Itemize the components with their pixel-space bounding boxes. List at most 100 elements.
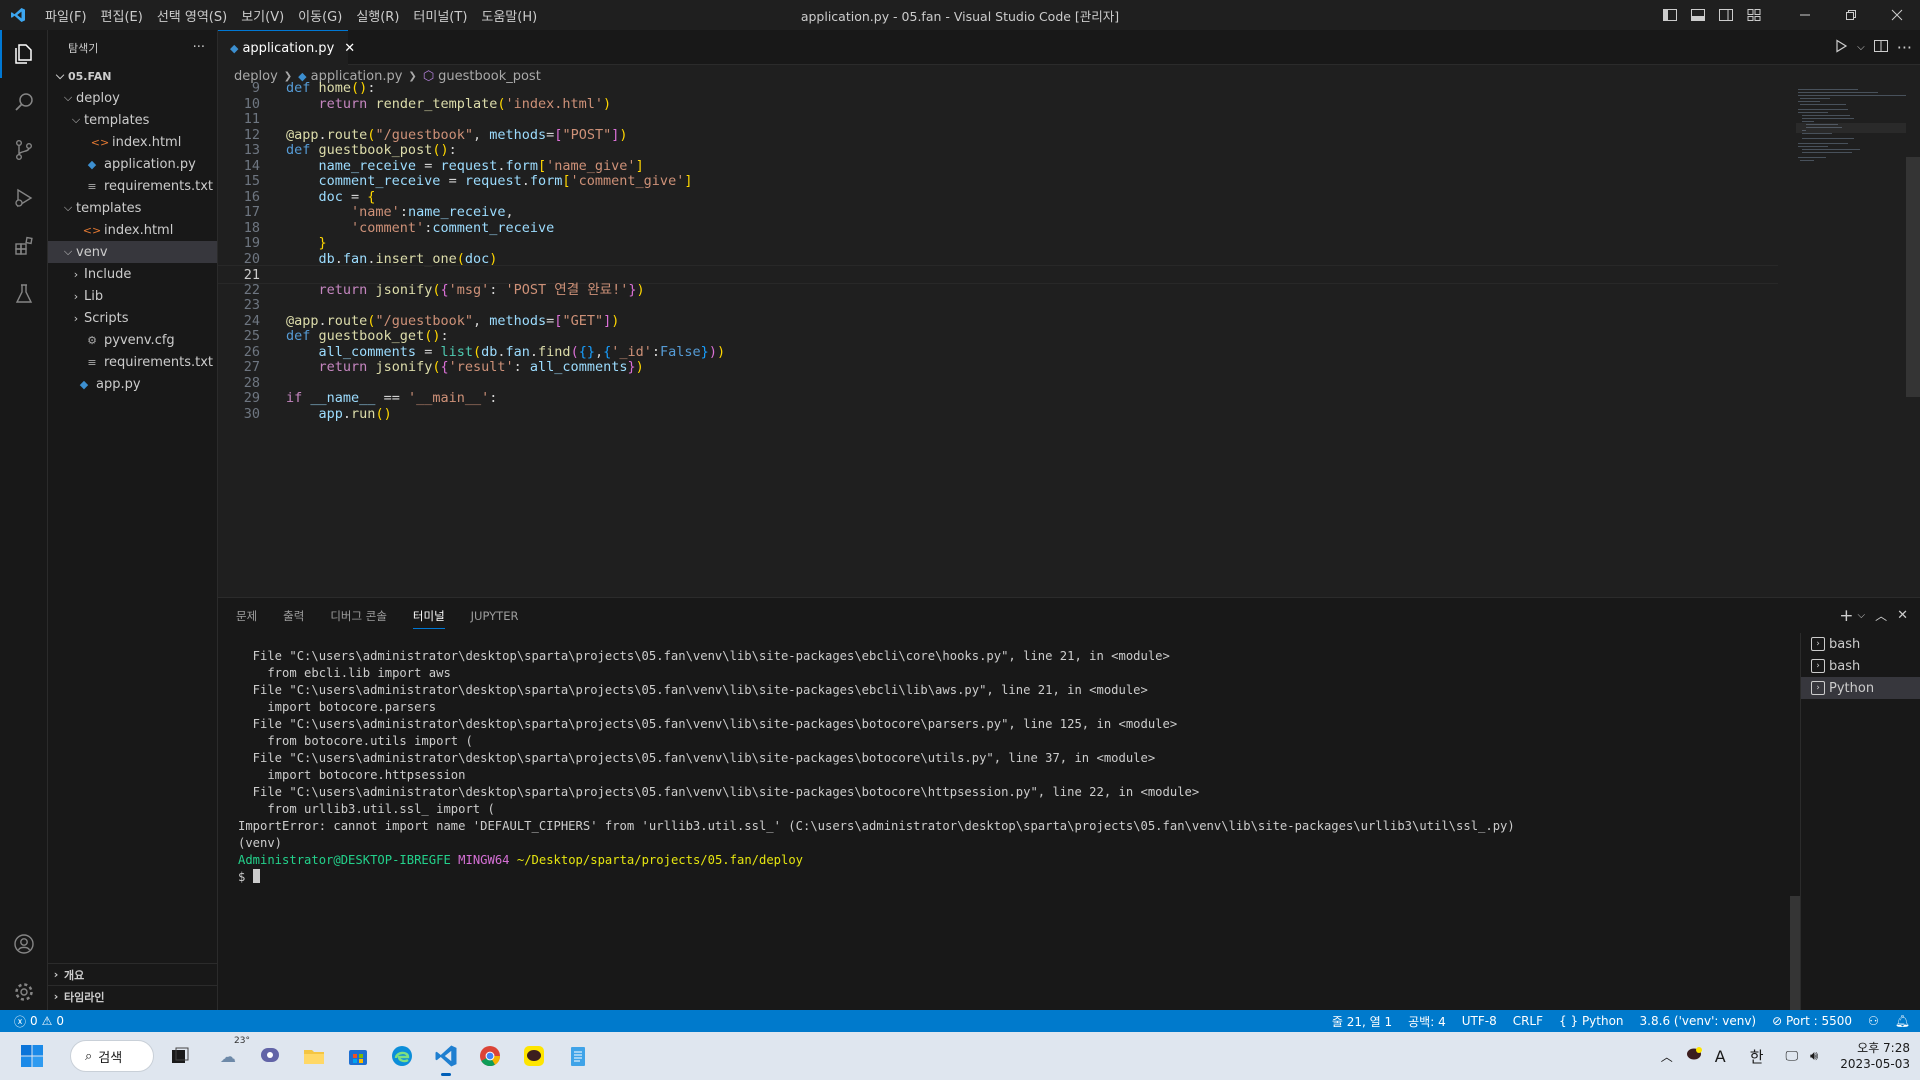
tree-item[interactable]: ⌵ venv	[48, 241, 217, 263]
tree-item[interactable]: › Include	[48, 263, 217, 285]
weather-widget[interactable]: ☁ 23°	[212, 1036, 250, 1072]
panel-tab[interactable]: 문제	[236, 608, 257, 624]
split-editor-icon[interactable]	[1873, 38, 1889, 58]
toggle-panel-icon[interactable]	[1686, 3, 1710, 27]
close-tab-icon[interactable]: ✕	[344, 41, 355, 56]
live-server-port[interactable]: ⊘ Port : 5500	[1772, 1014, 1852, 1028]
notifications-bell-icon[interactable]: 🔔︎	[1895, 1014, 1910, 1028]
more-actions-icon[interactable]: ···	[193, 40, 205, 55]
new-terminal-icon[interactable]: +	[1839, 606, 1853, 626]
taskbar-search[interactable]: ⌕ 검색	[70, 1040, 154, 1072]
panel-tab[interactable]: 터미널	[412, 603, 445, 629]
encoding[interactable]: UTF-8	[1462, 1014, 1497, 1028]
tree-item[interactable]: ⚙ pyvenv.cfg	[48, 329, 217, 351]
terminal-scrollbar[interactable]	[1790, 896, 1800, 1011]
python-interpreter[interactable]: 3.8.6 ('venv': venv)	[1640, 1014, 1757, 1028]
accounts-icon[interactable]	[0, 920, 48, 968]
settings-gear-icon[interactable]	[0, 968, 48, 1016]
terminal-instance[interactable]: › bash	[1801, 633, 1920, 655]
menu-file[interactable]: 파일(F)	[38, 6, 94, 25]
code-line[interactable]: 30 app.run()	[218, 405, 1778, 424]
menu-view[interactable]: 보기(V)	[234, 6, 291, 25]
task-view-icon[interactable]	[164, 1040, 196, 1072]
edge-browser-icon[interactable]	[386, 1040, 418, 1072]
line-ending[interactable]: CRLF	[1513, 1014, 1543, 1028]
ime-indicator[interactable]: 한	[1750, 1046, 1764, 1067]
notepad-icon[interactable]	[562, 1040, 594, 1072]
cursor-position[interactable]: 줄 21, 열 1	[1332, 1013, 1392, 1030]
windows-start-icon[interactable]	[16, 1040, 48, 1072]
source-control-icon[interactable]	[0, 126, 48, 174]
tree-item[interactable]: ◆ application.py	[48, 153, 217, 175]
tree-item[interactable]: <> index.html	[48, 131, 217, 153]
run-python-file-icon[interactable]	[1833, 38, 1849, 58]
customize-layout-icon[interactable]	[1742, 3, 1766, 27]
run-dropdown-chevron-icon[interactable]: ⌵	[1857, 42, 1865, 53]
python-file-icon: ◆	[79, 377, 89, 391]
volume-icon[interactable]: 🔊︎	[1810, 1049, 1818, 1064]
tree-item[interactable]: ◆ app.py	[48, 373, 217, 395]
tree-item-label: pyvenv.cfg	[104, 332, 175, 348]
tab-application-py[interactable]: ◆ application.py ✕	[218, 30, 355, 65]
run-debug-icon[interactable]	[0, 174, 48, 222]
search-icon[interactable]	[0, 78, 48, 126]
language-mode[interactable]: { } Python	[1559, 1014, 1624, 1028]
panel-tab[interactable]: JUPYTER	[471, 609, 519, 623]
maximize-panel-icon[interactable]: ︿	[1875, 607, 1887, 624]
toggle-secondary-sidebar-icon[interactable]	[1714, 3, 1738, 27]
network-icon[interactable]: 🖵︎	[1786, 1049, 1799, 1064]
panel-tab[interactable]: 디버그 콘솔	[330, 608, 387, 624]
restore-window-icon[interactable]	[1828, 0, 1874, 30]
file-tree: ⌵ deploy ⌵ templates <> index.html ◆ applicatio…	[48, 87, 217, 395]
system-clock[interactable]: 오후 7:28 2023-05-03	[1840, 1040, 1910, 1072]
toggle-primary-sidebar-icon[interactable]	[1658, 3, 1682, 27]
testing-flask-icon[interactable]	[0, 270, 48, 318]
tree-item[interactable]: ⌵ deploy	[48, 87, 217, 109]
terminal-dropdown-chevron-icon[interactable]: ⌵	[1857, 610, 1865, 621]
kakaotalk-icon[interactable]	[518, 1040, 550, 1072]
editor-scrollbar[interactable]	[1906, 157, 1920, 397]
menu-run[interactable]: 실행(R)	[349, 6, 406, 25]
explorer-icon[interactable]	[0, 30, 48, 78]
menu-help[interactable]: 도움말(H)	[474, 6, 544, 25]
tree-item[interactable]: ⌵ templates	[48, 109, 217, 131]
show-hidden-icons-chevron-icon[interactable]: ︿	[1661, 1048, 1673, 1065]
terminal-input-line[interactable]: $	[238, 869, 1515, 886]
minimize-window-icon[interactable]	[1782, 0, 1828, 30]
indentation[interactable]: 공백: 4	[1408, 1013, 1446, 1030]
terminal-instance[interactable]: › Python	[1801, 677, 1920, 699]
tree-item[interactable]: ⌵ templates	[48, 197, 217, 219]
terminal-output[interactable]: File "C:\users\administrator\desktop\spa…	[238, 648, 1515, 886]
terminal-line: ImportError: cannot import name 'DEFAULT…	[238, 819, 1515, 833]
tree-item[interactable]: ≡ requirements.txt	[48, 351, 217, 373]
panel-tab[interactable]: 출력	[283, 608, 304, 624]
close-panel-icon[interactable]: ✕	[1897, 608, 1908, 623]
tree-item[interactable]: › Scripts	[48, 307, 217, 329]
kakaotalk-tray-icon[interactable]	[1685, 1045, 1703, 1067]
extensions-icon[interactable]	[0, 222, 48, 270]
vscode-taskbar-icon[interactable]	[430, 1040, 462, 1076]
chrome-browser-icon[interactable]	[474, 1040, 506, 1072]
editor-more-actions-icon[interactable]: ···	[1897, 38, 1912, 57]
outline-section[interactable]: › 개요	[48, 963, 218, 985]
windows-taskbar: ⌕ 검색 ☁ 23° ︿ A 한 🖵︎ 🔊︎ 오후 7:28 2023-05-0…	[0, 1032, 1920, 1080]
minimap[interactable]	[1796, 87, 1906, 162]
timeline-section[interactable]: › 타임라인	[48, 985, 218, 1007]
tree-item[interactable]: › Lib	[48, 285, 217, 307]
menu-selection[interactable]: 선택 영역(S)	[150, 6, 234, 25]
problems-status[interactable]: ⓧ 0 ⚠ 0	[0, 1013, 64, 1030]
tree-item[interactable]: ≡ requirements.txt	[48, 175, 217, 197]
teams-chat-icon[interactable]	[254, 1040, 286, 1072]
microsoft-store-icon[interactable]	[342, 1040, 374, 1072]
feedback-icon[interactable]: ⚇	[1868, 1014, 1879, 1028]
font-tray-icon[interactable]: A	[1715, 1047, 1726, 1066]
terminal-instance[interactable]: › bash	[1801, 655, 1920, 677]
menu-go[interactable]: 이동(G)	[291, 6, 349, 25]
workspace-root[interactable]: ⌵ 05.FAN	[48, 65, 217, 87]
menu-terminal[interactable]: 터미널(T)	[406, 6, 474, 25]
close-window-icon[interactable]	[1874, 0, 1920, 30]
menu-edit[interactable]: 편집(E)	[94, 6, 150, 25]
tree-item[interactable]: <> index.html	[48, 219, 217, 241]
code-editor[interactable]: 9 def home(): 10 return render_template('i…	[218, 80, 1920, 597]
file-explorer-icon[interactable]	[298, 1040, 330, 1072]
